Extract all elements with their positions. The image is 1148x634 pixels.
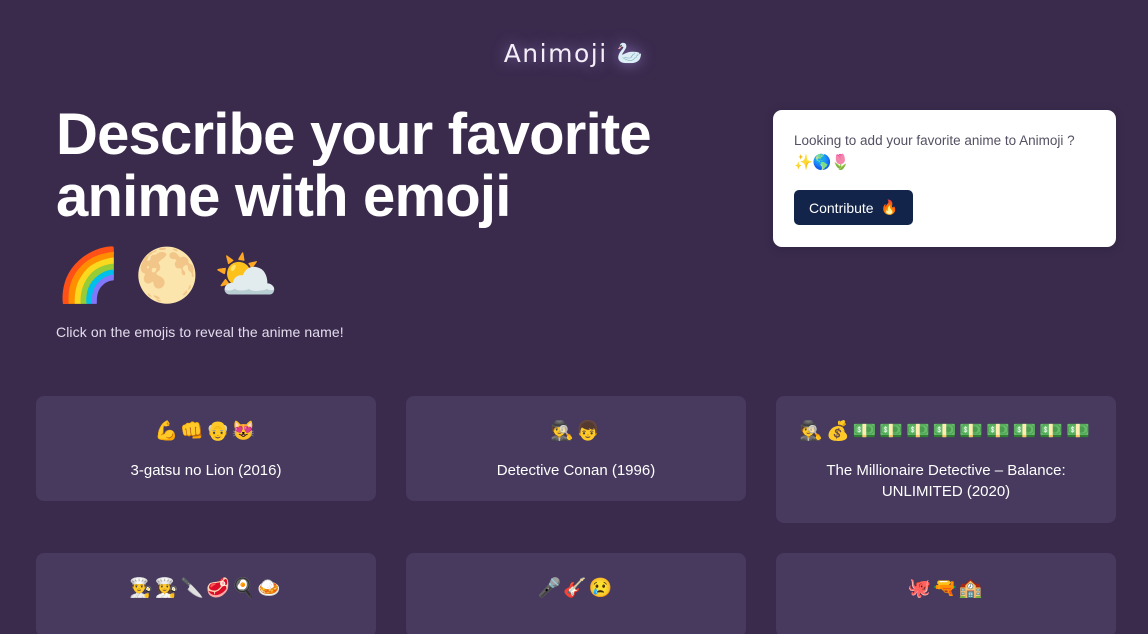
anime-card-emojis[interactable]: 🕵️👦 [422, 418, 730, 446]
contribute-button-label: Contribute [809, 199, 874, 216]
hero-emoji-row[interactable]: 🌈 🌕 ⛅ [56, 250, 739, 302]
anime-card-emojis[interactable]: 👨‍🍳👩‍🍳🔪🥩🍳🍛 [52, 575, 360, 603]
anime-card[interactable]: 💪👊👴😻 3-gatsu no Lion (2016) [36, 396, 376, 502]
anime-card[interactable]: 🕵️👦 Detective Conan (1996) [406, 396, 746, 502]
hero-left-column: Describe your favorite anime with emoji … [56, 102, 739, 341]
anime-card-emojis[interactable]: 🕵️💰💵💵💵💵💵💵💵💵💵 [792, 418, 1100, 446]
anime-card-emojis[interactable]: 🐙🔫🏫 [792, 575, 1100, 603]
contribute-prompt-emojis: ✨🌎🌷 [794, 153, 851, 171]
anime-card-emojis[interactable]: 🎤🎸😢 [422, 575, 730, 603]
brand-name: Animoji [503, 38, 608, 68]
page-title: Describe your favorite anime with emoji [56, 102, 652, 230]
hero-hint-text: Click on the emojis to reveal the anime … [56, 324, 344, 341]
anime-card-title: Detective Conan (1996) [496, 461, 656, 479]
hero-emoji-full-moon[interactable]: 🌕 [135, 250, 200, 302]
contribute-button[interactable]: Contribute 🔥 [794, 190, 914, 226]
contribute-prompt-text: Looking to add your favorite anime to An… [794, 133, 1075, 148]
anime-card-title: 3-gatsu no Lion (2016) [130, 461, 282, 479]
app-header: Animoji 🦢 [0, 0, 1148, 92]
anime-card[interactable]: 🕵️💰💵💵💵💵💵💵💵💵💵 The Millionaire Detective –… [776, 396, 1116, 524]
anime-card-grid: 💪👊👴😻 3-gatsu no Lion (2016) 🕵️👦 Detectiv… [0, 396, 1148, 634]
hero-emoji-sun-behind-cloud[interactable]: ⛅ [214, 250, 279, 302]
contribute-prompt: Looking to add your favorite anime to An… [794, 131, 1096, 174]
brand-logo[interactable]: Animoji 🦢 [504, 39, 645, 68]
contribute-card: Looking to add your favorite anime to An… [773, 110, 1116, 248]
hero-emoji-rainbow[interactable]: 🌈 [56, 250, 121, 302]
anime-card[interactable]: 🐙🔫🏫 [776, 553, 1116, 634]
anime-card[interactable]: 🎤🎸😢 [406, 553, 746, 634]
anime-card[interactable]: 👨‍🍳👩‍🍳🔪🥩🍳🍛 [36, 553, 376, 634]
anime-card-title: The Millionaire Detective – Balance: UNL… [826, 461, 1066, 501]
fire-icon: 🔥 [880, 199, 899, 216]
hero-section: Describe your favorite anime with emoji … [0, 92, 1148, 340]
anime-card-emojis[interactable]: 💪👊👴😻 [52, 418, 360, 446]
swan-icon: 🦢 [616, 40, 645, 65]
